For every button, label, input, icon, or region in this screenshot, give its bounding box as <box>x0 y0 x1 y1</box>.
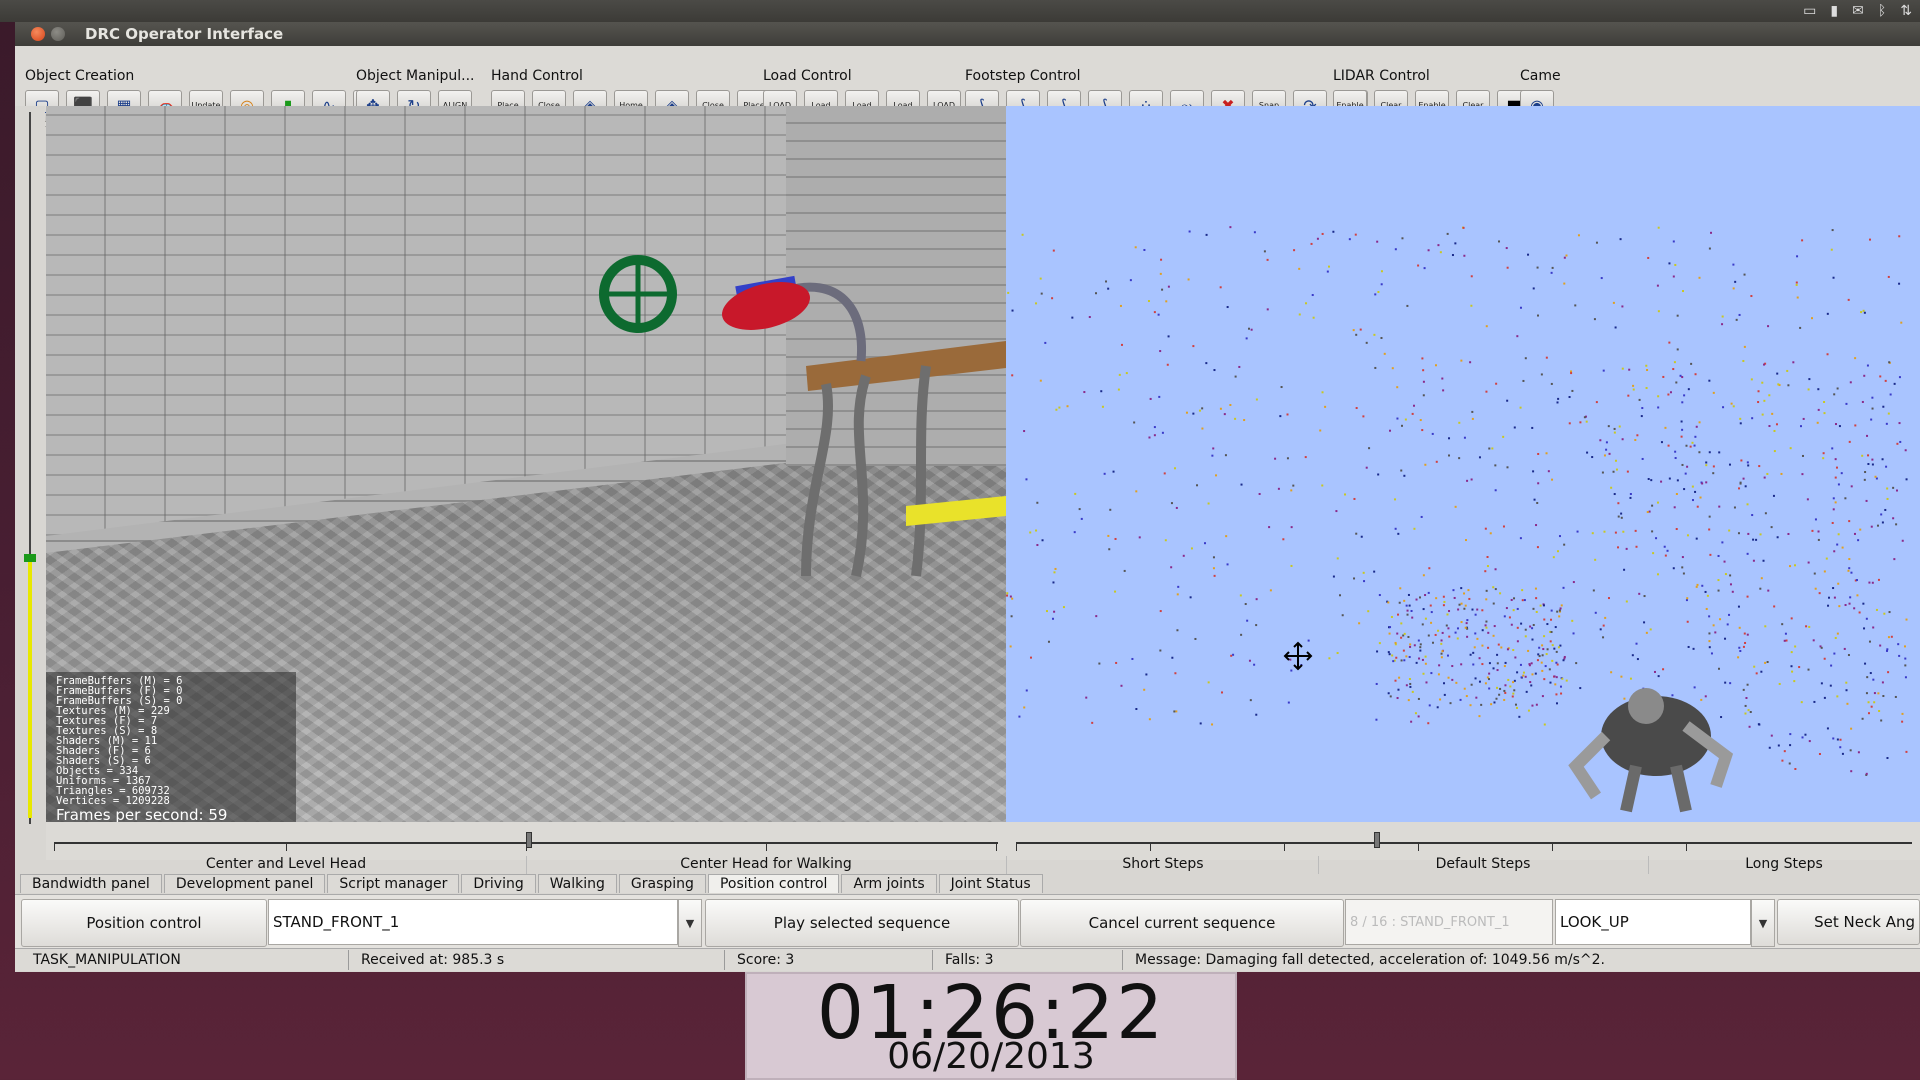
tab-walking[interactable]: Walking <box>537 874 617 893</box>
head-slider-right-label: Center Head for Walking <box>526 856 1007 874</box>
toolbar-group-title: Object Creation <box>25 68 135 84</box>
camera-viewport[interactable]: FrameBuffers (M) = 6 FrameBuffers (F) = 0… <box>46 106 1006 822</box>
position-control-button[interactable]: Position control <box>21 899 267 947</box>
tab-script-manager[interactable]: Script manager <box>327 874 460 893</box>
toolbar-group-title: Came <box>1520 68 1561 84</box>
head-slider-knob[interactable] <box>526 832 532 848</box>
toolbar-group-title: Object Manipul... <box>356 68 475 84</box>
slider-row <box>46 822 1920 860</box>
render-stats-overlay: FrameBuffers (M) = 6 FrameBuffers (F) = 0… <box>46 672 296 822</box>
keyboard-icon[interactable]: ▭ <box>1803 3 1816 19</box>
default-steps-label: Default Steps <box>1318 856 1649 874</box>
table-leg <box>911 365 931 577</box>
score: Score: 3 <box>725 950 933 970</box>
toolbar-group-title: Hand Control <box>491 68 583 84</box>
system-top-bar: ▭ ▮ ✉ ᛒ ⇅ <box>0 0 1920 22</box>
vertical-slider-knob[interactable] <box>24 554 36 562</box>
tab-arm-joints[interactable]: Arm joints <box>841 874 937 893</box>
chevron-down-icon: ▼ <box>1758 916 1768 930</box>
toolbar-group-title: Footstep Control <box>965 68 1081 84</box>
status-message: Message: Damaging fall detected, acceler… <box>1135 952 1605 968</box>
move-cursor-icon <box>1283 641 1313 671</box>
tab-position-control[interactable]: Position control <box>707 874 840 893</box>
position-control-panel: Position control STAND_FRONT_1 ▼ Play se… <box>15 894 1920 949</box>
head-slider[interactable] <box>46 826 1006 860</box>
mail-icon[interactable]: ✉ <box>1852 3 1864 19</box>
robot-model <box>1568 688 1734 813</box>
tab-bandwidth-panel[interactable]: Bandwidth panel <box>20 874 162 893</box>
cancel-sequence-button[interactable]: Cancel current sequence <box>1020 899 1344 947</box>
sequence-progress-field: 8 / 16 : STAND_FRONT_1 <box>1345 899 1553 945</box>
slider-labels: Center and Level Head Center Head for Wa… <box>46 856 1920 874</box>
system-tray: ▭ ▮ ✉ ᛒ ⇅ <box>1803 3 1912 19</box>
neck-pose-select[interactable]: LOOK_UP <box>1555 899 1751 945</box>
step-slider-knob[interactable] <box>1374 832 1381 848</box>
table-leg <box>801 383 834 577</box>
bluetooth-icon[interactable]: ᛒ <box>1878 3 1886 19</box>
window-titlebar: DRC Operator Interface <box>15 22 1920 46</box>
short-steps-label: Short Steps <box>1008 856 1319 874</box>
toolbar-group-title: Load Control <box>763 68 852 84</box>
table-top <box>806 341 1006 391</box>
network-icon[interactable]: ⇅ <box>1900 3 1912 19</box>
head-slider-left-label: Center and Level Head <box>46 856 527 874</box>
tab-grasping[interactable]: Grasping <box>618 874 706 893</box>
status-bar: TASK_MANIPULATION Received at: 985.3 s S… <box>15 948 1920 971</box>
fps-counter: Frames per second: 59 <box>56 806 228 823</box>
clock-overlay: 01:26:22 06/20/2013 <box>745 970 1237 1080</box>
play-sequence-button[interactable]: Play selected sequence <box>705 899 1019 947</box>
lidar-viewport[interactable] <box>1006 106 1920 822</box>
long-steps-label: Long Steps <box>1745 856 1823 872</box>
battery-icon[interactable]: ▮ <box>1830 3 1838 19</box>
render-stat-line: Vertices = 1209228 <box>56 795 170 807</box>
clock-date: 06/20/2013 <box>887 1036 1095 1077</box>
vertical-slider-fill <box>28 558 32 818</box>
window-title: DRC Operator Interface <box>85 25 284 43</box>
chevron-down-icon: ▼ <box>685 916 695 930</box>
table-leg <box>851 374 871 578</box>
lidar-point-cloud <box>1006 226 1908 776</box>
set-neck-angle-button[interactable]: Set Neck Ang <box>1777 899 1920 945</box>
sequence-select[interactable]: STAND_FRONT_1 <box>268 899 678 945</box>
toolbar-group-title: LIDAR Control <box>1333 68 1430 84</box>
minimize-window-button[interactable] <box>51 27 65 41</box>
neck-dropdown-arrow[interactable]: ▼ <box>1751 899 1775 947</box>
close-window-button[interactable] <box>31 27 45 41</box>
tab-joint-status[interactable]: Joint Status <box>938 874 1043 893</box>
received-time: Received at: 985.3 s <box>349 950 725 970</box>
sequence-dropdown-arrow[interactable]: ▼ <box>678 899 702 947</box>
panel-tabs: Bandwidth panel Development panel Script m… <box>20 874 1920 894</box>
step-slider[interactable] <box>1008 826 1920 860</box>
falls: Falls: 3 <box>933 950 1123 970</box>
tab-development-panel[interactable]: Development panel <box>163 874 326 893</box>
task-status: TASK_MANIPULATION <box>21 950 349 970</box>
vertical-slider[interactable] <box>15 106 45 828</box>
tab-driving[interactable]: Driving <box>461 874 536 893</box>
